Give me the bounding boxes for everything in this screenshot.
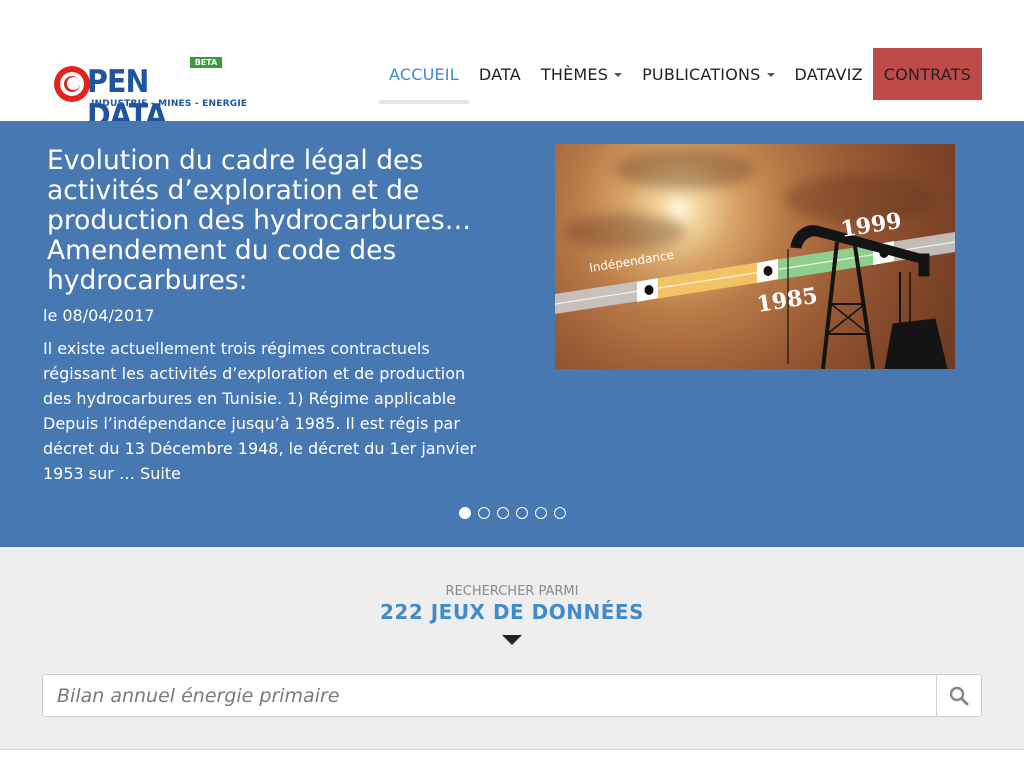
search-icon xyxy=(949,686,969,705)
slide-excerpt: Il existe actuellement trois régimes con… xyxy=(43,339,477,483)
nav-item-publications[interactable]: PUBLICATIONS xyxy=(632,48,784,100)
timeline-label-end: 1999 xyxy=(839,208,904,243)
slide-date: le 08/04/2017 xyxy=(43,306,155,325)
nav-item-data[interactable]: DATA xyxy=(469,48,531,100)
site-header: PEN DATA BETA INDUSTRIE - MINES - ENERGI… xyxy=(0,0,1024,133)
nav-label: CONTRATS xyxy=(883,64,971,84)
timeline-graphic: Indépendance 1985 1999 xyxy=(555,208,955,369)
tunisia-flag-icon xyxy=(54,66,90,102)
nav-item-contrats[interactable]: CONTRATS xyxy=(872,48,982,100)
carousel-indicators xyxy=(0,507,1024,519)
timeline-label-mid: 1985 xyxy=(755,283,820,318)
slide-title[interactable]: Evolution du cadre légal des activités d… xyxy=(47,146,517,296)
hero-carousel: Evolution du cadre légal des activités d… xyxy=(0,121,1024,547)
logo-subtitle: INDUSTRIE - MINES - ENERGIE xyxy=(91,99,248,109)
search-kicker: RECHERCHER PARMI xyxy=(445,584,579,599)
carousel-dot[interactable] xyxy=(515,507,528,519)
nav-label: DATAVIZ xyxy=(794,64,863,84)
timeline-label-start: Indépendance xyxy=(588,248,674,275)
carousel-dot[interactable] xyxy=(477,507,490,519)
nav-label: PUBLICATIONS xyxy=(642,64,761,84)
nav-label: THÈMES xyxy=(540,64,609,84)
nav-item-dataviz[interactable]: DATAVIZ xyxy=(785,48,873,100)
search-input[interactable] xyxy=(43,675,937,716)
main-nav: ACCUEIL DATA THÈMES PUBLICATIONS DATAVIZ… xyxy=(378,48,982,104)
carousel-dot[interactable] xyxy=(458,507,471,519)
nav-label: DATA xyxy=(478,64,521,84)
carousel-dot[interactable] xyxy=(553,507,566,519)
nav-label: ACCUEIL xyxy=(388,64,459,84)
caret-down-icon xyxy=(766,73,775,77)
carousel-dot[interactable] xyxy=(534,507,547,519)
dataset-count[interactable]: 222 JEUX DE DONNÉES xyxy=(0,600,1024,624)
open-data-logo[interactable]: PEN DATA BETA INDUSTRIE - MINES - ENERGI… xyxy=(54,57,247,133)
search-section: RECHERCHER PARMI 222 JEUX DE DONNÉES xyxy=(0,547,1024,750)
slide-image[interactable]: Indépendance 1985 1999 xyxy=(555,144,955,369)
caret-down-icon xyxy=(614,73,623,77)
carousel-dot[interactable] xyxy=(496,507,509,519)
nav-item-themes[interactable]: THÈMES xyxy=(531,48,632,100)
beta-badge: BETA xyxy=(190,57,222,68)
arrow-down-icon xyxy=(502,635,522,645)
nav-item-accueil[interactable]: ACCUEIL xyxy=(378,48,469,104)
search-box xyxy=(42,674,982,717)
search-button[interactable] xyxy=(936,675,981,716)
